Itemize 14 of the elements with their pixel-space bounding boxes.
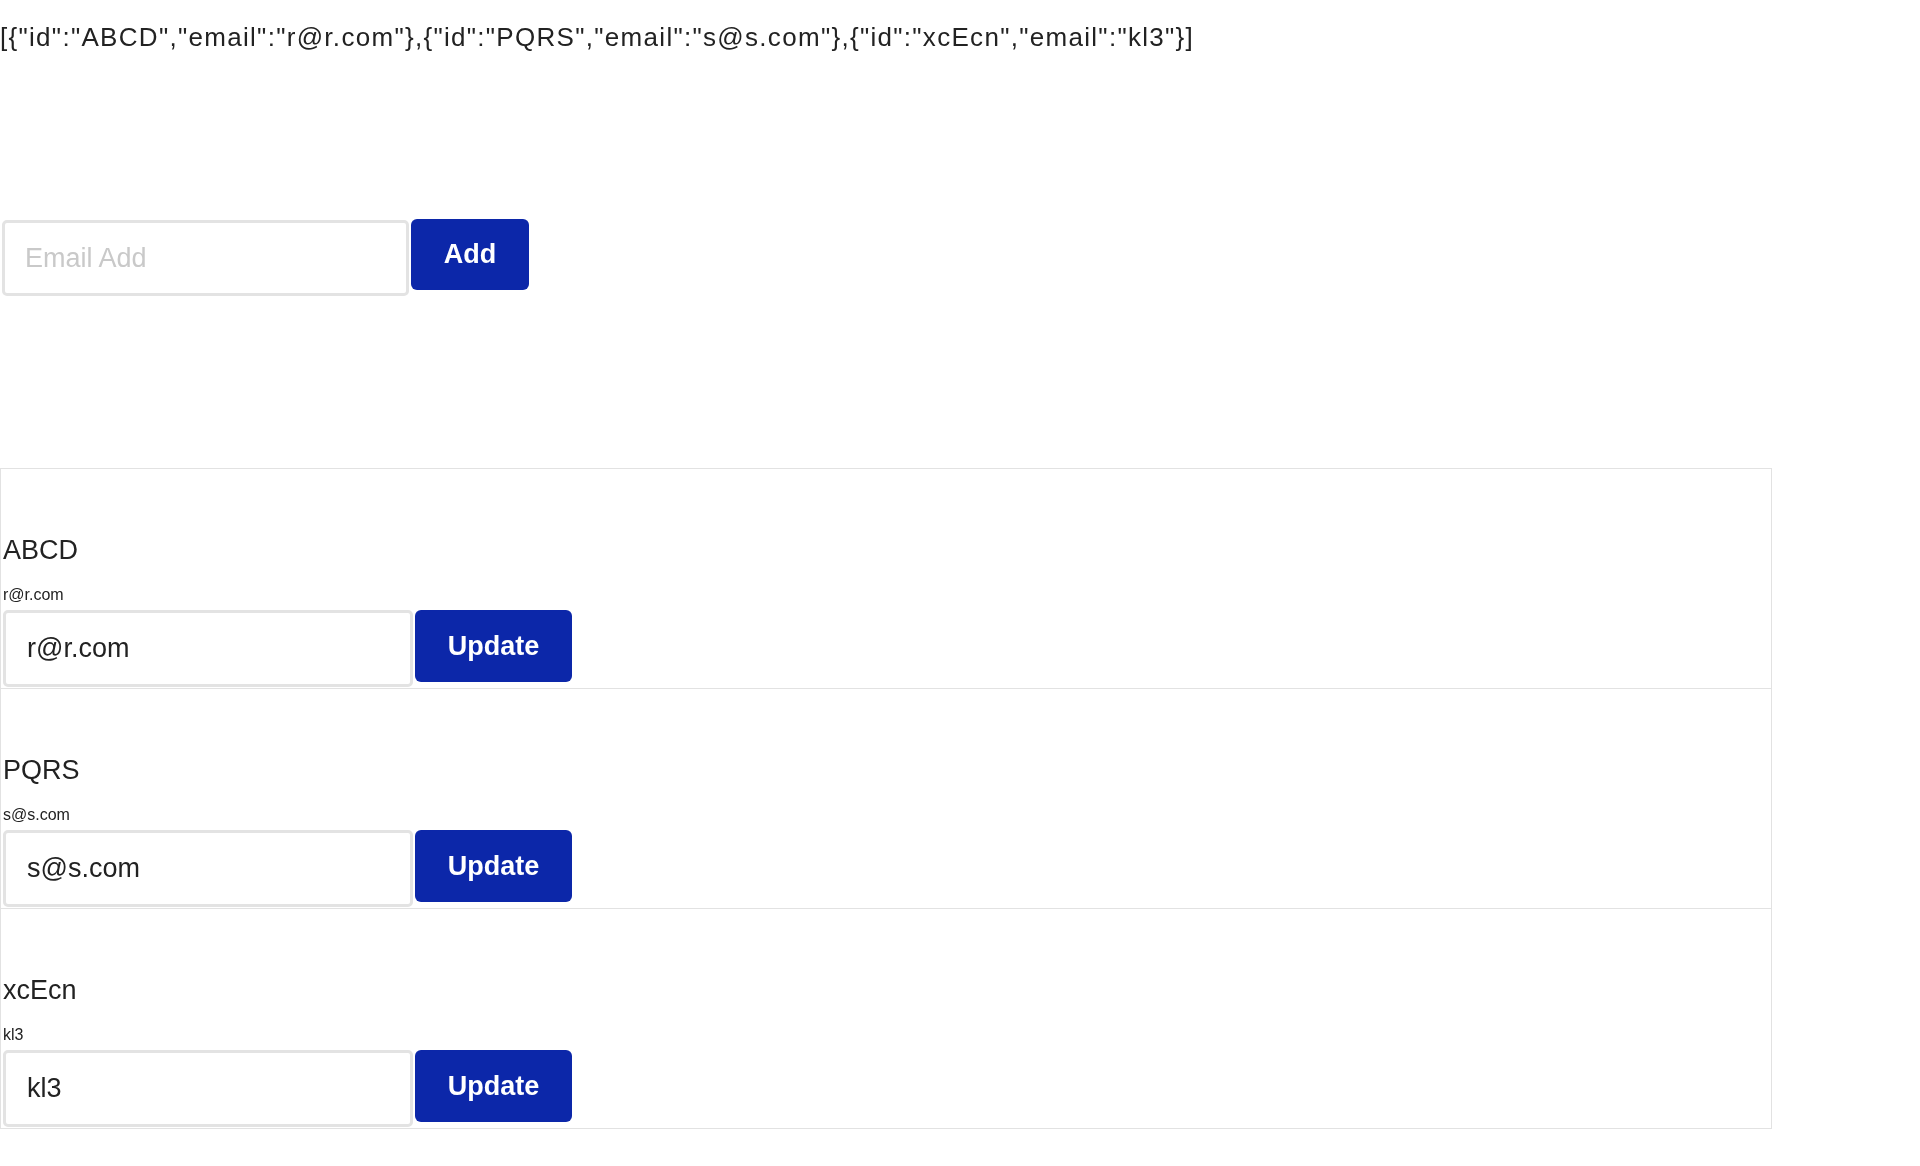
entry-id-label: PQRS bbox=[3, 754, 80, 787]
update-button[interactable]: Update bbox=[415, 830, 572, 902]
update-button[interactable]: Update bbox=[415, 610, 572, 682]
entry-email-label: s@s.com bbox=[3, 805, 70, 825]
email-input-field[interactable]: r@r.com bbox=[3, 610, 413, 687]
email-input-field[interactable]: kl3 bbox=[3, 1050, 413, 1127]
update-button[interactable]: Update bbox=[415, 1050, 572, 1122]
entry-email-label: kl3 bbox=[3, 1025, 24, 1045]
json-output-text: [{"id":"ABCD","email":"r@r.com"},{"id":"PQRS","email":"s@s.com"},{"id":"xcEcn","email":"kl3"}] bbox=[0, 21, 1195, 54]
entry-email-label: r@r.com bbox=[3, 585, 64, 605]
add-button[interactable]: Add bbox=[411, 219, 529, 290]
email-input-field[interactable]: s@s.com bbox=[3, 830, 413, 907]
entry-id-label: ABCD bbox=[3, 534, 78, 567]
entry-id-label: xcEcn bbox=[3, 974, 77, 1007]
